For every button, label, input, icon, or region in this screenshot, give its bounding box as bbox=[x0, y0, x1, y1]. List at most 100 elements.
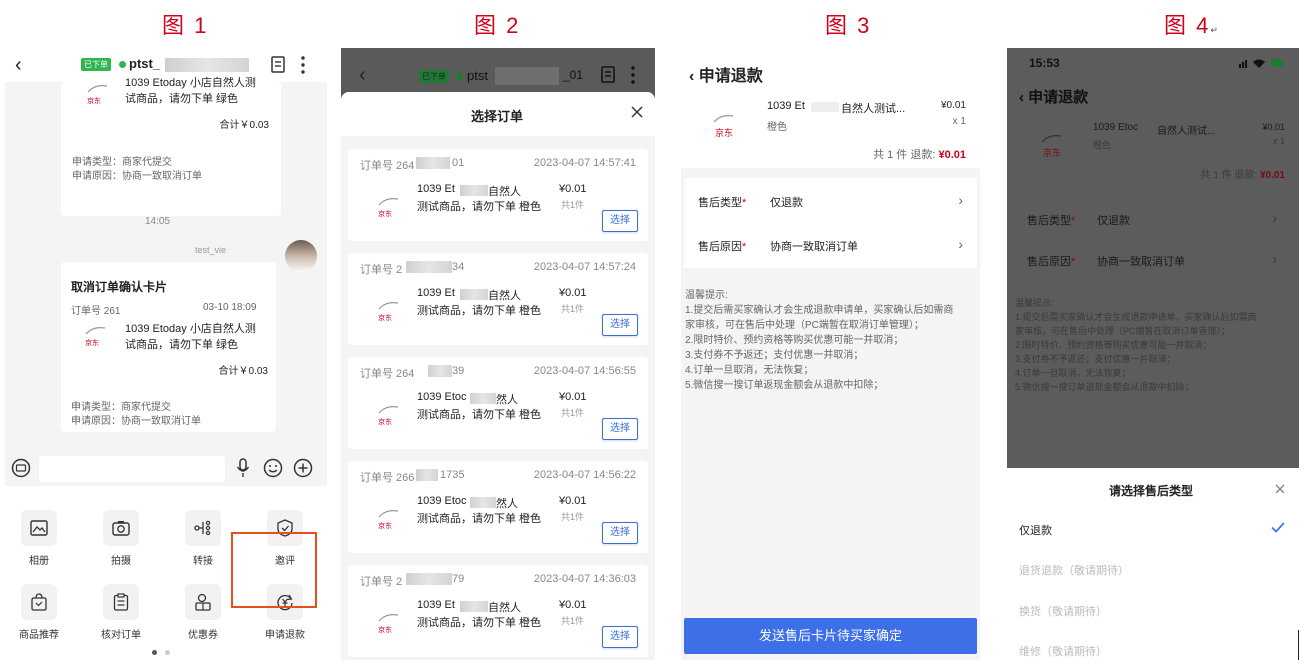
back-icon[interactable]: ‹ bbox=[15, 54, 22, 77]
product-line-1: 1039 Etoday 小店自然人测 bbox=[125, 77, 256, 89]
order-total: 合计￥0.03 bbox=[219, 120, 269, 131]
order-price: ¥0.01 bbox=[559, 183, 587, 195]
product-variant: 橙色 bbox=[1093, 140, 1112, 150]
select-order-screen: ‹ 已下单 ptst _01 选择订单 订单号 264 01 2023-04-0… bbox=[341, 48, 655, 660]
order-list-icon[interactable] bbox=[271, 56, 285, 73]
type-label: 售后类型* bbox=[698, 197, 747, 209]
more-icon[interactable] bbox=[301, 56, 305, 74]
order-time: 2023-04-07 14:56:55 bbox=[533, 365, 636, 377]
aftersale-reason-row[interactable]: 售后原因* 协商一致取消订单 › bbox=[684, 224, 977, 268]
avatar[interactable] bbox=[285, 240, 317, 272]
reason-label: 售后原因* bbox=[698, 241, 747, 253]
keyboard-icon[interactable] bbox=[11, 458, 31, 478]
online-dot-icon bbox=[119, 61, 126, 68]
reason-label: 售后原因* bbox=[1027, 256, 1076, 268]
order-number: 订单号 264 bbox=[360, 368, 415, 380]
order-status-badge: 已下单 bbox=[81, 58, 111, 71]
back-icon[interactable]: ‹ bbox=[689, 68, 699, 85]
masked-product bbox=[470, 497, 496, 508]
chevron-right-icon: › bbox=[1272, 251, 1277, 267]
type-value: 仅退款 bbox=[770, 197, 803, 209]
contact-suffix: _01 bbox=[563, 68, 584, 82]
order-list-icon bbox=[601, 66, 615, 83]
tip-line: 2.限时特价、预约资格等购买优惠可能一并取消； bbox=[1015, 340, 1212, 350]
apply-type: 申请类型：商家代提交 bbox=[72, 157, 172, 168]
select-order-button[interactable]: 选择 bbox=[602, 314, 638, 336]
product-price: ¥0.01 bbox=[940, 100, 966, 111]
product-logo: 京东 bbox=[376, 403, 406, 433]
product-name-end: 自然人测试... bbox=[841, 103, 906, 115]
select-order-button[interactable]: 选择 bbox=[602, 522, 638, 544]
order-card[interactable]: 订单号 2 34 2023-04-07 14:57:24 京东 1039 Et … bbox=[348, 253, 648, 345]
close-icon[interactable] bbox=[1275, 484, 1285, 494]
order-suffix: 39 bbox=[452, 365, 465, 377]
tool-camera[interactable]: 拍摄 bbox=[91, 510, 151, 567]
order-card[interactable]: 订单号 266 1735 2023-04-07 14:56:22 京东 1039… bbox=[348, 461, 648, 553]
refund-card-1[interactable]: 京东 1039 Etoday 小店自然人测 试商品，请勿下单 绿色 合计￥0.0… bbox=[61, 77, 281, 216]
clipboard-icon bbox=[113, 593, 129, 611]
order-price: ¥0.01 bbox=[559, 495, 587, 507]
tool-transfer[interactable]: 转接 bbox=[173, 510, 233, 567]
product-line-2: 测试商品，请勿下单 橙色 bbox=[417, 617, 542, 629]
select-order-button[interactable]: 选择 bbox=[602, 626, 638, 648]
page-dot-active bbox=[152, 650, 157, 655]
emoji-icon[interactable] bbox=[263, 458, 283, 478]
masked-order bbox=[406, 261, 452, 273]
plus-icon[interactable] bbox=[293, 458, 313, 478]
input-bar bbox=[5, 452, 327, 486]
option-return-refund: 退货退款（敬请期待） bbox=[1019, 565, 1129, 577]
tool-check-order[interactable]: 核对订单 bbox=[91, 584, 151, 641]
type-value: 仅退款 bbox=[1097, 215, 1130, 227]
voice-icon[interactable] bbox=[236, 458, 250, 478]
masked-product bbox=[460, 289, 488, 300]
cancel-order-card[interactable]: 取消订单确认卡片 订单号 261 03-10 18:09 京东 1039 Eto… bbox=[61, 262, 276, 432]
masked-order bbox=[406, 573, 452, 585]
tool-label: 转接 bbox=[193, 556, 213, 567]
tip-line: 4.订单一旦取消，无法恢复； bbox=[685, 365, 814, 376]
tool-album[interactable]: 相册 bbox=[9, 510, 69, 567]
select-order-button[interactable]: 选择 bbox=[602, 418, 638, 440]
product-variant: 橙色 bbox=[767, 122, 787, 133]
order-total: 合计￥0.03 bbox=[218, 366, 268, 377]
sheet-title: 选择订单 bbox=[471, 109, 524, 124]
tool-recommend[interactable]: 商品推荐 bbox=[9, 584, 69, 641]
order-count: 共1件 bbox=[561, 512, 585, 522]
tips-title: 温馨提示: bbox=[1015, 298, 1054, 308]
order-card[interactable]: 订单号 2 79 2023-04-07 14:36:03 京东 1039 Et … bbox=[348, 565, 648, 657]
aftersale-type-row[interactable]: 售后类型* 仅退款 › bbox=[684, 180, 977, 224]
product-line-2: 测试商品，请勿下单 橙色 bbox=[417, 409, 542, 421]
tip-line: 3.支付券不予返还；支付优惠一并取消； bbox=[1015, 354, 1176, 364]
product-logo: 京东 bbox=[83, 324, 113, 354]
figure-label-3: 图 3 bbox=[825, 13, 872, 38]
product-line-2: 测试商品，请勿下单 橙色 bbox=[417, 513, 542, 525]
masked-name bbox=[495, 67, 559, 85]
product-line-1-end: 自然人 bbox=[488, 290, 521, 302]
product-line-2: 测试商品，请勿下单 橙色 bbox=[417, 305, 542, 317]
message-input[interactable] bbox=[39, 456, 225, 482]
online-dot-icon bbox=[456, 73, 463, 80]
select-order-button[interactable]: 选择 bbox=[602, 210, 638, 232]
order-time: 03-10 18:09 bbox=[203, 302, 257, 313]
contact-name: ptst bbox=[467, 68, 488, 83]
tip-line: 家审核，可在售后中处理（PC端暂在取消订单管理）； bbox=[1015, 326, 1231, 336]
masked-order bbox=[416, 469, 438, 481]
message-timestamp: 14:05 bbox=[145, 216, 171, 227]
order-number: 订单号 2 bbox=[360, 576, 403, 588]
option-refund-only[interactable]: 仅退款 bbox=[1019, 522, 1052, 538]
tool-label: 拍摄 bbox=[111, 556, 131, 567]
send-aftersale-card-button[interactable]: 发送售后卡片待买家确定 bbox=[684, 618, 977, 654]
sheet-title: 请选择售后类型 bbox=[1109, 484, 1194, 498]
figure-label-4: 图 4↵ bbox=[1164, 13, 1220, 38]
coupon-icon bbox=[194, 593, 212, 611]
order-count: 共1件 bbox=[561, 616, 585, 626]
apply-reason: 申请原因：协商一致取消订单 bbox=[71, 416, 201, 427]
order-card[interactable]: 订单号 264 01 2023-04-07 14:57:41 京东 1039 E… bbox=[348, 149, 648, 241]
order-number: 订单号 264 bbox=[360, 160, 415, 172]
product-name: 1039 Et bbox=[767, 100, 805, 112]
close-icon[interactable] bbox=[631, 106, 643, 118]
order-card[interactable]: 订单号 264 39 2023-04-07 14:56:55 京东 1039 E… bbox=[348, 357, 648, 449]
refund-header: ‹ 申请退款 京东 1039 Et 自然人测试... ¥0.01 橙色 x 1 … bbox=[681, 48, 980, 168]
product-logo: 京东 bbox=[85, 82, 115, 112]
highlight-box bbox=[231, 532, 317, 608]
tool-coupon[interactable]: 优惠券 bbox=[173, 584, 233, 641]
